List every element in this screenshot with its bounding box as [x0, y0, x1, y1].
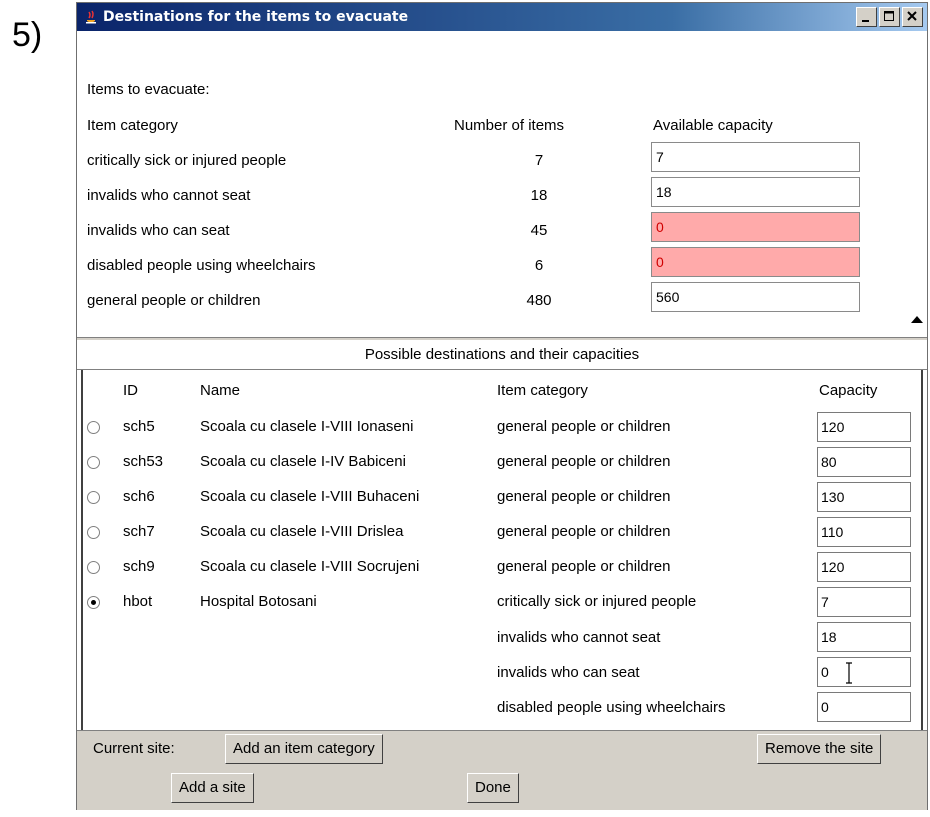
site-capacity-input[interactable]: 0	[817, 692, 911, 722]
site-item-category: invalids who can seat	[497, 664, 640, 681]
site-capacity-input[interactable]: 80	[817, 447, 911, 477]
remove-site-button[interactable]: Remove the site	[757, 734, 882, 764]
item-count: 7	[534, 152, 544, 169]
close-button[interactable]	[902, 7, 923, 27]
item-count: 45	[530, 222, 548, 239]
site-capacity-input[interactable]: 120	[817, 412, 911, 442]
site-name: Scoala cu clasele I-IV Babiceni	[200, 453, 406, 470]
site-id: sch5	[123, 418, 155, 435]
maximize-icon	[884, 11, 894, 21]
item-category: invalids who can seat	[87, 222, 230, 239]
site-item-category: disabled people using wheelchairs	[497, 699, 726, 716]
available-capacity-input[interactable]: 7	[651, 142, 860, 172]
site-radio-sch9[interactable]	[87, 561, 100, 574]
site-item-category: general people or children	[497, 418, 671, 435]
site-id: sch9	[123, 558, 155, 575]
maximize-button[interactable]	[879, 7, 900, 27]
site-capacity-input-active[interactable]: 0	[817, 657, 911, 687]
col-available-capacity: Available capacity	[653, 117, 773, 134]
site-id: hbot	[123, 593, 153, 610]
item-category: disabled people using wheelchairs	[87, 257, 316, 274]
current-site-label: Current site:	[93, 740, 175, 757]
available-capacity-input[interactable]: 560	[651, 282, 860, 312]
java-cup-icon	[86, 10, 96, 24]
item-category: critically sick or injured people	[87, 152, 287, 169]
minimize-icon	[862, 20, 869, 22]
close-icon	[907, 11, 917, 21]
add-item-category-button[interactable]: Add an item category	[225, 734, 383, 764]
site-item-category: general people or children	[497, 558, 671, 575]
item-count: 18	[530, 187, 548, 204]
item-category: general people or children	[87, 292, 261, 309]
available-capacity-input-insufficient[interactable]: 0	[651, 212, 860, 242]
items-to-evacuate-panel: Items to evacuate: Item category Number …	[81, 33, 924, 335]
site-radio-sch53[interactable]	[87, 456, 100, 469]
site-radio-sch6[interactable]	[87, 491, 100, 504]
site-name: Hospital Botosani	[200, 593, 317, 610]
window-title: Destinations for the items to evacuate	[103, 9, 409, 25]
col-id: ID	[123, 382, 138, 399]
step-label: 5)	[12, 16, 43, 54]
site-item-category: invalids who cannot seat	[497, 629, 661, 646]
available-capacity-input[interactable]: 18	[651, 177, 860, 207]
window-titlebar[interactable]: Destinations for the items to evacuate	[77, 3, 927, 31]
site-radio-sch7[interactable]	[87, 526, 100, 539]
site-item-category: general people or children	[497, 453, 671, 470]
text-cursor-icon	[846, 662, 852, 684]
site-capacity-input[interactable]: 110	[817, 517, 911, 547]
site-id: sch6	[123, 488, 155, 505]
site-capacity-input[interactable]: 18	[817, 622, 911, 652]
destinations-panel: ID Name Item category Capacity sch5 Scoa…	[81, 370, 923, 730]
col-name: Name	[200, 382, 241, 399]
item-count: 6	[534, 257, 544, 274]
site-capacity-input[interactable]: 120	[817, 552, 911, 582]
site-capacity-input[interactable]: 7	[817, 587, 911, 617]
item-category: invalids who cannot seat	[87, 187, 251, 204]
destinations-window: Destinations for the items to evacuate I…	[76, 2, 928, 810]
available-capacity-input-insufficient[interactable]: 0	[651, 247, 860, 277]
col-number-of-items: Number of items	[454, 117, 565, 134]
site-name: Scoala cu clasele I-VIII Ionaseni	[200, 418, 414, 435]
site-id: sch53	[123, 453, 164, 470]
done-button[interactable]: Done	[467, 773, 519, 803]
add-site-button[interactable]: Add a site	[171, 773, 254, 803]
site-name: Scoala cu clasele I-VIII Drislea	[200, 523, 404, 540]
items-heading: Items to evacuate:	[87, 81, 210, 98]
col-item-category: Item category	[497, 382, 588, 399]
site-name: Scoala cu clasele I-VIII Buhaceni	[200, 488, 420, 505]
site-radio-hbot[interactable]	[87, 596, 100, 609]
site-item-category: critically sick or injured people	[497, 593, 697, 610]
col-capacity: Capacity	[819, 382, 878, 399]
site-item-category: general people or children	[497, 488, 671, 505]
site-capacity-input[interactable]: 130	[817, 482, 911, 512]
split-pane-up-arrow-icon[interactable]	[911, 316, 923, 323]
item-count: 480	[526, 292, 552, 309]
site-id: sch7	[123, 523, 155, 540]
minimize-button[interactable]	[856, 7, 877, 27]
destinations-heading: Possible destinations and their capaciti…	[77, 340, 927, 370]
site-name: Scoala cu clasele I-VIII Socrujeni	[200, 558, 420, 575]
action-bar: Current site: Add an item category Remov…	[77, 730, 927, 810]
col-item-category: Item category	[87, 117, 178, 134]
site-item-category: general people or children	[497, 523, 671, 540]
site-capacity-value: 0	[821, 664, 829, 680]
site-radio-sch5[interactable]	[87, 421, 100, 434]
